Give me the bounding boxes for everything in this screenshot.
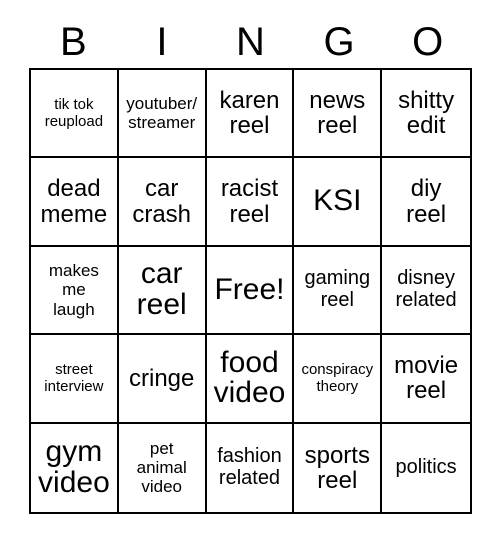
bingo-header-letter-i: I xyxy=(156,20,168,64)
bingo-cell[interactable]: tik tok reupload xyxy=(31,70,119,159)
bingo-cell[interactable]: makes me laugh xyxy=(31,246,119,336)
bingo-cell[interactable]: gaming reel xyxy=(294,246,383,336)
bingo-cell[interactable]: gym video xyxy=(31,423,119,512)
bingo-cell-label: fashion related xyxy=(217,445,282,489)
bingo-cell[interactable]: racist reel xyxy=(206,158,295,247)
bingo-cell-label: gaming reel xyxy=(304,267,371,311)
bingo-card: B I N G O tik tok reupload youtuber/ str… xyxy=(0,0,501,544)
bingo-cell-label: movie reel xyxy=(394,352,459,405)
bingo-cell[interactable]: news reel xyxy=(294,70,383,159)
bingo-cell-label: conspiracy theory xyxy=(301,360,374,396)
bingo-cell-label: shitty edit xyxy=(398,87,455,140)
bingo-cell[interactable]: car reel xyxy=(118,246,207,336)
bingo-cell[interactable]: car crash xyxy=(118,158,207,247)
bingo-cell[interactable]: conspiracy theory xyxy=(294,335,383,424)
bingo-cell[interactable]: disney related xyxy=(382,246,470,336)
bingo-header-letter-o: O xyxy=(412,20,444,64)
bingo-cell-label: youtuber/ streamer xyxy=(126,94,198,133)
bingo-cell-label: Free! xyxy=(214,272,285,306)
bingo-cell[interactable]: movie reel xyxy=(382,335,470,424)
bingo-cell[interactable]: cringe xyxy=(118,335,207,424)
bingo-cell[interactable]: fashion related xyxy=(206,423,295,512)
bingo-cell[interactable]: dead meme xyxy=(31,158,119,247)
bingo-cell[interactable]: KSI xyxy=(294,158,383,247)
bingo-header-letter-g: G xyxy=(323,20,355,64)
bingo-cell-label: politics xyxy=(395,456,457,478)
bingo-cell[interactable]: diy reel xyxy=(382,158,470,247)
bingo-cell-label: news reel xyxy=(309,87,366,140)
bingo-header-letter-b: B xyxy=(59,20,87,64)
bingo-cell[interactable]: youtuber/ streamer xyxy=(118,70,207,159)
bingo-cell-label: KSI xyxy=(313,184,362,218)
bingo-header-row: B I N G O xyxy=(29,16,472,68)
bingo-cell[interactable]: street interview xyxy=(31,335,119,424)
bingo-grid: tik tok reupload youtuber/ streamer kare… xyxy=(29,68,472,514)
bingo-cell-label: gym video xyxy=(38,435,110,499)
bingo-cell[interactable]: food video xyxy=(206,335,295,424)
bingo-cell-label: karen reel xyxy=(219,87,280,140)
bingo-cell-label: cringe xyxy=(129,364,195,392)
bingo-cell-label: racist reel xyxy=(220,175,279,228)
bingo-cell-label: food video xyxy=(213,345,286,410)
bingo-cell[interactable]: pet animal video xyxy=(118,423,207,512)
bingo-cell-label: tik tok reupload xyxy=(44,95,104,131)
bingo-cell-label: car crash xyxy=(132,175,192,228)
bingo-cell-label: diy reel xyxy=(406,175,447,228)
bingo-cell-label: street interview xyxy=(44,360,104,396)
bingo-cell-label: disney related xyxy=(395,267,457,311)
bingo-cell-label: dead meme xyxy=(40,175,108,228)
bingo-cell-label: pet animal video xyxy=(136,439,187,497)
bingo-cell-label: makes me laugh xyxy=(48,261,99,319)
bingo-cell[interactable]: shitty edit xyxy=(382,70,470,159)
bingo-cell[interactable]: sports reel xyxy=(294,423,383,512)
bingo-header-letter-n: N xyxy=(236,20,265,64)
bingo-cell-label: sports reel xyxy=(304,441,370,494)
bingo-cell[interactable]: karen reel xyxy=(206,70,295,159)
bingo-cell-label: car reel xyxy=(136,257,187,321)
bingo-cell-free[interactable]: Free! xyxy=(206,246,295,336)
bingo-cell[interactable]: politics xyxy=(382,423,470,512)
